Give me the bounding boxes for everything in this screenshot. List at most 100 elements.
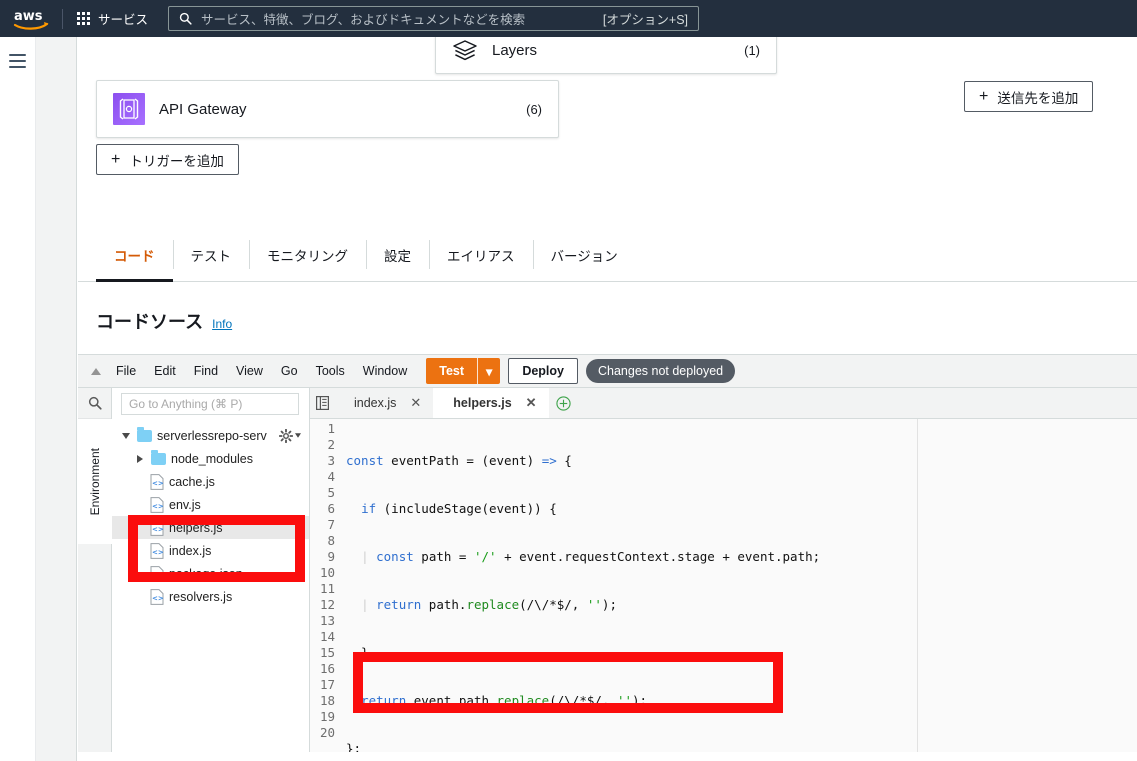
tree-row-node-modules[interactable]: node_modules — [112, 447, 309, 470]
aws-logo[interactable]: aws — [0, 0, 62, 37]
line-number: 9 — [327, 549, 335, 564]
line-number: 16 — [319, 661, 335, 676]
tree-row-project[interactable]: serverlessrepo-serv — [112, 424, 309, 447]
menu-find[interactable]: Find — [185, 355, 227, 388]
test-dropdown-caret-icon[interactable]: ▾ — [478, 364, 500, 379]
annotation-box-helpers-file — [128, 515, 305, 582]
menu-view[interactable]: View — [227, 355, 272, 388]
line-number: 6 — [327, 501, 335, 516]
tab-code-label: コード — [114, 248, 155, 264]
test-button-label: Test — [439, 364, 465, 378]
line-number-gutter: 1 2 3 4 5 6 7 8 9 10 11 12 13 14 15 16 1… — [310, 419, 340, 752]
code-line-4: | return path.replace(/\/*$/, ''); — [361, 597, 617, 612]
code-line-3: | const path = '/' + event.requestContex… — [361, 549, 821, 564]
new-tab-button[interactable] — [549, 388, 579, 418]
global-search-shortcut: [オプション+S] — [602, 13, 689, 27]
explorer-search-icon[interactable] — [78, 388, 111, 419]
environment-tab[interactable]: Environment — [78, 419, 112, 544]
tab-aliases-label: エイリアス — [447, 248, 515, 264]
line-number: 14 — [319, 629, 335, 644]
tab-monitoring[interactable]: モニタリング — [249, 228, 366, 281]
layers-card-count: (1) — [744, 43, 760, 58]
deploy-button-label: Deploy — [522, 364, 564, 378]
editor-tab-strip: index.js ✕ helpers.js ✕ — [310, 388, 1137, 419]
layers-icon — [453, 39, 477, 60]
tab-versions[interactable]: バージョン — [532, 228, 636, 281]
menu-file[interactable]: File — [107, 355, 145, 388]
menu-tools[interactable]: Tools — [307, 355, 354, 388]
plus-circle-icon — [556, 395, 571, 411]
plus-icon: + — [979, 87, 989, 105]
line-number: 13 — [319, 613, 335, 628]
project-settings-gear[interactable] — [279, 428, 301, 443]
line-number: 5 — [327, 485, 335, 500]
menu-edit[interactable]: Edit — [145, 355, 185, 388]
api-gateway-card-title: API Gateway — [159, 100, 247, 118]
tree-label-node-modules: node_modules — [171, 451, 254, 466]
line-number: 11 — [319, 581, 335, 596]
js-file-icon: <> — [150, 473, 164, 490]
add-trigger-button[interactable]: + トリガーを追加 — [96, 144, 239, 175]
tab-configuration[interactable]: 設定 — [366, 228, 429, 281]
tree-label-cache-js: cache.js — [169, 474, 215, 489]
hamburger-menu-icon[interactable] — [9, 54, 26, 72]
api-gateway-icon — [113, 93, 145, 125]
deploy-button[interactable]: Deploy — [508, 358, 578, 384]
search-icon — [88, 396, 102, 410]
layers-card-title: Layers — [492, 42, 538, 59]
tree-row-env-js[interactable]: <> env.js — [112, 493, 309, 516]
chevron-down-icon — [295, 433, 301, 438]
tree-row-resolvers-js[interactable]: <> resolvers.js — [112, 585, 309, 608]
tree-label-project: serverlessrepo-serv — [157, 428, 267, 443]
line-number: 15 — [319, 645, 335, 660]
add-trigger-label: トリガーを追加 — [129, 153, 224, 169]
tab-monitoring-label: モニタリング — [267, 248, 348, 264]
tab-code[interactable]: コード — [96, 228, 173, 282]
close-icon[interactable]: ✕ — [526, 395, 537, 411]
go-to-anything-placeholder: Go to Anything (⌘ P) — [129, 397, 243, 411]
tab-configuration-label: 設定 — [384, 248, 411, 264]
tab-test-label: テスト — [190, 248, 232, 264]
services-menu-button[interactable]: サービス — [63, 0, 160, 37]
test-button-divider — [477, 358, 479, 384]
line-number: 1 — [327, 421, 335, 436]
go-to-anything-input[interactable]: Go to Anything (⌘ P) — [121, 393, 299, 415]
code-source-info-link[interactable]: Info — [212, 317, 232, 331]
api-gateway-card[interactable]: API Gateway (6) — [96, 80, 559, 138]
svg-text:<>: <> — [152, 594, 164, 602]
chevron-right-icon[interactable] — [134, 454, 146, 463]
svg-text:aws: aws — [14, 9, 43, 24]
add-destination-button[interactable]: + 送信先を追加 — [964, 81, 1094, 112]
grid-icon — [77, 12, 90, 25]
test-button-group[interactable]: Test ▾ — [426, 358, 501, 384]
left-rail-gutter — [35, 37, 77, 761]
tab-versions-label: バージョン — [550, 248, 618, 264]
editor-tab-helpers-js[interactable]: helpers.js ✕ — [433, 388, 549, 418]
ide-menubar: File Edit Find View Go Tools Window Test… — [78, 355, 1137, 388]
menu-go[interactable]: Go — [272, 355, 307, 388]
line-number: 17 — [319, 677, 335, 692]
chevron-down-icon[interactable] — [120, 432, 132, 439]
collapse-caret-icon[interactable] — [85, 367, 107, 375]
function-tabs: コード テスト モニタリング 設定 エイリアス バージョン — [78, 228, 1137, 282]
svg-text:<>: <> — [152, 502, 164, 510]
global-search-box[interactable]: サービス、特徴、ブログ、およびドキュメントなどを検索 [オプション+S] — [168, 6, 700, 31]
close-icon[interactable]: ✕ — [410, 395, 421, 411]
code-line-2: if (includeStage(event)) { — [361, 501, 557, 516]
layers-card[interactable]: Layers (1) — [435, 37, 777, 74]
line-number: 3 — [327, 453, 335, 468]
services-menu-label: サービス — [98, 13, 149, 27]
line-number: 18 — [319, 693, 335, 708]
editor-pane-icon[interactable] — [310, 388, 334, 418]
editor-tab-index-js[interactable]: index.js ✕ — [334, 388, 434, 418]
tree-row-cache-js[interactable]: <> cache.js — [112, 470, 309, 493]
tab-test[interactable]: テスト — [172, 228, 250, 281]
line-number: 19 — [319, 709, 335, 724]
global-search-placeholder: サービス、特徴、ブログ、およびドキュメントなどを検索 — [201, 13, 526, 27]
tab-aliases[interactable]: エイリアス — [429, 228, 533, 281]
triggers-destinations-zone: Layers (1) API Gateway (6) + トリガーを追加 + 送… — [78, 37, 1137, 228]
code-source-header: コードソース Info — [78, 308, 1137, 354]
environment-rail: Environment — [78, 388, 112, 752]
menu-window[interactable]: Window — [354, 355, 416, 388]
line-number: 4 — [327, 469, 335, 484]
